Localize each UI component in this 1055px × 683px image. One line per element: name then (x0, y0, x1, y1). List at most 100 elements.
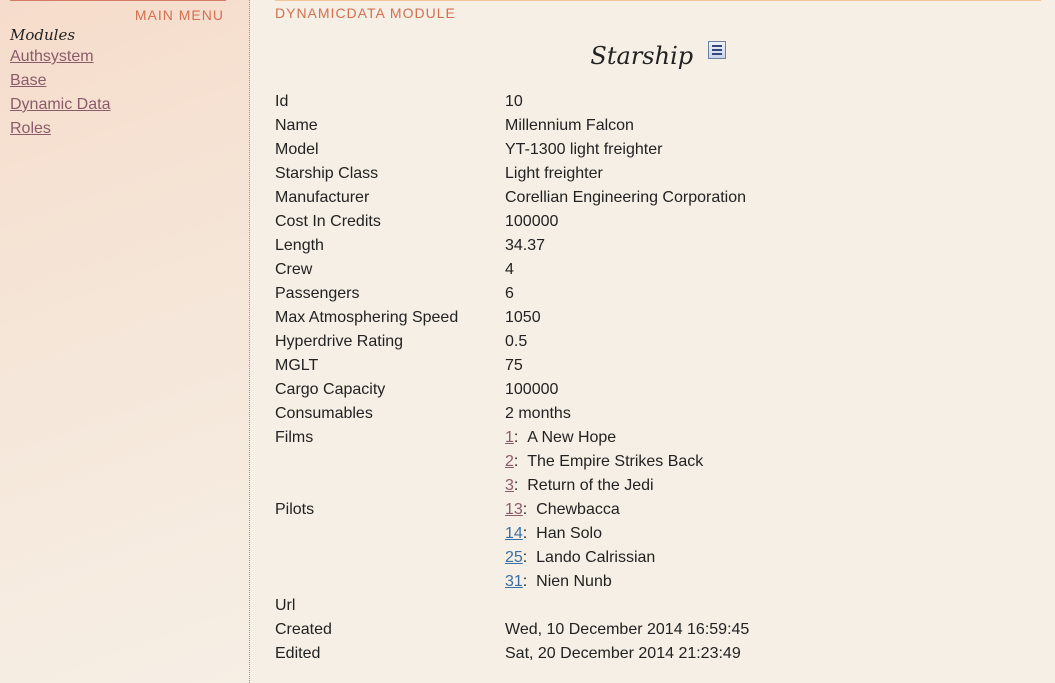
film-separator: : (513, 429, 519, 446)
field-label: Hyperdrive Rating (275, 333, 404, 350)
pilot-separator: : (522, 525, 528, 542)
field-row-cargo: Cargo Capacity 100000 (275, 378, 1041, 402)
sidebar-item-roles: Roles (10, 118, 110, 142)
film-separator: : (513, 453, 519, 470)
field-row-pilots-cont: 14: Han Solo (275, 522, 1041, 546)
main-content: DYNAMICDATA MODULE Starship Id 10 Name M… (275, 0, 1041, 683)
field-label: Passengers (275, 285, 360, 302)
pilot-separator: : (522, 501, 528, 518)
field-row-url: Url (275, 594, 1041, 618)
field-label: Manufacturer (275, 189, 370, 206)
field-row-id: Id 10 (275, 90, 1041, 114)
field-value: Millennium Falcon (505, 117, 634, 134)
list-icon[interactable] (707, 41, 726, 59)
module-title: DYNAMICDATA MODULE (275, 5, 456, 21)
sidebar-link-base[interactable]: Base (10, 72, 46, 89)
sidebar-link-authsystem[interactable]: Authsystem (10, 48, 94, 65)
field-value: Wed, 10 December 2014 16:59:45 (505, 621, 750, 638)
pilot-link[interactable]: 25 (505, 549, 523, 566)
field-row-edited: Edited Sat, 20 December 2014 21:23:49 (275, 642, 1041, 666)
pilot-name: Lando Calrissian (536, 549, 656, 566)
field-label: Crew (275, 261, 313, 278)
field-row-films-cont: 2: The Empire Strikes Back (275, 450, 1041, 474)
field-label: Starship Class (275, 165, 379, 182)
main-divider (275, 0, 1041, 1)
sidebar-link-dynamic-data[interactable]: Dynamic Data (10, 96, 110, 113)
field-label: Edited (275, 645, 321, 662)
field-value: 100000 (505, 381, 559, 398)
pilot-link[interactable]: 31 (505, 573, 523, 590)
field-label: Max Atmosphering Speed (275, 309, 459, 326)
pilot-link[interactable]: 13 (505, 501, 523, 518)
field-label: Model (275, 141, 319, 158)
film-separator: : (513, 477, 519, 494)
field-label: Url (275, 597, 296, 614)
field-label: MGLT (275, 357, 319, 374)
pilot-item: 13: Chewbacca (505, 498, 620, 522)
field-label: Cargo Capacity (275, 381, 386, 398)
film-link[interactable]: 1 (505, 429, 514, 446)
sidebar-item-base: Base (10, 70, 110, 94)
modules-heading: Modules (10, 26, 76, 44)
field-row-cost: Cost In Credits 100000 (275, 210, 1041, 234)
field-value: 100000 (505, 213, 559, 230)
sidebar-link-roles[interactable]: Roles (10, 120, 51, 137)
field-value: 75 (505, 357, 523, 374)
field-row-films: Films 1: A New Hope (275, 426, 1041, 450)
field-value: 4 (505, 261, 514, 278)
sidebar: MAIN MENU Modules Authsystem Base Dynami… (0, 0, 250, 683)
field-value: 34.37 (505, 237, 546, 254)
film-title: Return of the Jedi (527, 477, 654, 494)
field-label: Cost In Credits (275, 213, 381, 230)
film-item: 3: Return of the Jedi (505, 474, 654, 498)
field-label: Length (275, 237, 324, 254)
field-value: Corellian Engineering Corporation (505, 189, 747, 206)
film-title: A New Hope (527, 429, 617, 446)
field-value: 6 (505, 285, 514, 302)
field-value: 2 months (505, 405, 571, 422)
record-fields: Id 10 Name Millennium Falcon Model YT-13… (275, 90, 1041, 666)
field-row-crew: Crew 4 (275, 258, 1041, 282)
field-row-starship-class: Starship Class Light freighter (275, 162, 1041, 186)
field-row-created: Created Wed, 10 December 2014 16:59:45 (275, 618, 1041, 642)
film-link[interactable]: 3 (505, 477, 514, 494)
pilot-name: Han Solo (536, 525, 602, 542)
field-row-max-speed: Max Atmosphering Speed 1050 (275, 306, 1041, 330)
film-item: 2: The Empire Strikes Back (505, 450, 703, 474)
field-label: Consumables (275, 405, 373, 422)
field-value: 1050 (505, 309, 541, 326)
field-row-model: Model YT-1300 light freighter (275, 138, 1041, 162)
main-menu-title: MAIN MENU (134, 7, 224, 23)
field-value: YT-1300 light freighter (505, 141, 663, 158)
field-label: Films (275, 429, 314, 446)
record-title: Starship (590, 42, 694, 70)
film-item: 1: A New Hope (505, 426, 616, 450)
sidebar-item-dynamic-data: Dynamic Data (10, 94, 110, 118)
field-label: Id (275, 93, 289, 110)
field-value: 10 (505, 93, 523, 110)
pilot-link[interactable]: 14 (505, 525, 523, 542)
pilot-name: Nien Nunb (536, 573, 612, 590)
sidebar-divider (10, 0, 226, 1)
field-row-passengers: Passengers 6 (275, 282, 1041, 306)
pilot-name: Chewbacca (536, 501, 620, 518)
field-row-consumables: Consumables 2 months (275, 402, 1041, 426)
field-row-manufacturer: Manufacturer Corellian Engineering Corpo… (275, 186, 1041, 210)
field-row-mglt: MGLT 75 (275, 354, 1041, 378)
field-row-films-cont: 3: Return of the Jedi (275, 474, 1041, 498)
field-value: 0.5 (505, 333, 528, 350)
field-row-hyperdrive: Hyperdrive Rating 0.5 (275, 330, 1041, 354)
pilot-item: 25: Lando Calrissian (505, 546, 655, 570)
pilot-separator: : (522, 573, 528, 590)
film-link[interactable]: 2 (505, 453, 514, 470)
modules-list: Authsystem Base Dynamic Data Roles (10, 46, 110, 142)
field-value: Light freighter (505, 165, 603, 182)
field-row-length: Length 34.37 (275, 234, 1041, 258)
field-value: Sat, 20 December 2014 21:23:49 (505, 645, 741, 662)
sidebar-item-authsystem: Authsystem (10, 46, 110, 70)
pilot-item: 14: Han Solo (505, 522, 602, 546)
field-label: Pilots (275, 501, 315, 518)
pilot-item: 31: Nien Nunb (505, 570, 612, 594)
field-row-name: Name Millennium Falcon (275, 114, 1041, 138)
field-label: Created (275, 621, 332, 638)
